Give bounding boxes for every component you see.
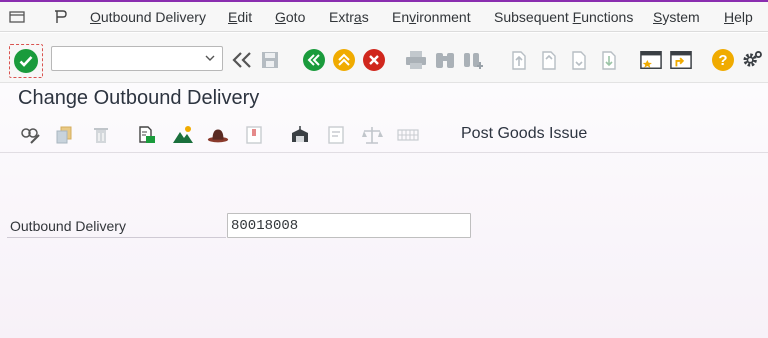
standard-toolbar: ? — [0, 33, 768, 83]
back-double-icon[interactable] — [231, 49, 253, 71]
help-icon[interactable]: ? — [712, 49, 734, 71]
mountain-icon[interactable] — [172, 124, 194, 146]
back-icon[interactable] — [303, 49, 325, 71]
application-toolbar — [0, 116, 768, 153]
stock-icon[interactable] — [289, 124, 311, 146]
chevron-down-icon[interactable] — [204, 51, 218, 65]
save-icon[interactable] — [259, 49, 281, 71]
command-field[interactable] — [51, 46, 223, 71]
menu-extras[interactable]: Extras — [329, 9, 369, 25]
post-goods-issue-button[interactable]: Post Goods Issue — [461, 125, 587, 143]
last-page-icon[interactable] — [597, 49, 619, 71]
new-session-icon[interactable] — [640, 49, 662, 71]
outbound-delivery-input[interactable]: 80018008 — [227, 213, 471, 238]
transaction-icon[interactable] — [51, 8, 69, 26]
copy-icon[interactable] — [53, 124, 75, 146]
first-page-icon[interactable] — [507, 49, 529, 71]
item-icon[interactable] — [325, 124, 347, 146]
hat-icon[interactable] — [207, 124, 229, 146]
document-flow-icon[interactable] — [136, 124, 158, 146]
exit-icon[interactable] — [333, 49, 355, 71]
menu-edit[interactable]: Edit — [228, 9, 252, 25]
next-page-icon[interactable] — [567, 49, 589, 71]
menu-bar: Outbound Delivery Edit Goto Extras Envir… — [0, 2, 768, 32]
page-title: Change Outbound Delivery — [18, 87, 260, 109]
menu-help[interactable]: Help — [724, 9, 753, 25]
print-icon[interactable] — [405, 49, 427, 71]
menu-environment[interactable]: Environment — [392, 9, 471, 25]
delete-icon[interactable] — [90, 124, 112, 146]
outbound-delivery-label: Outbound Delivery — [10, 218, 126, 234]
previous-page-icon[interactable] — [537, 49, 559, 71]
menu-goto[interactable]: Goto — [275, 9, 305, 25]
shortcut-icon[interactable] — [670, 49, 692, 71]
enter-button[interactable] — [9, 44, 43, 78]
label-underline — [7, 237, 226, 238]
menu-outbound-delivery[interactable]: Outbound Delivery — [90, 9, 206, 25]
settings-icon[interactable] — [741, 49, 763, 71]
balance-icon[interactable] — [361, 124, 383, 146]
find-next-icon[interactable] — [463, 49, 485, 71]
find-icon[interactable] — [434, 49, 456, 71]
menu-subsequent-functions[interactable]: Subsequent Functions — [494, 9, 633, 25]
grid-icon[interactable] — [397, 124, 419, 146]
menu-system[interactable]: System — [653, 9, 700, 25]
enter-icon — [14, 49, 38, 73]
display-change-icon[interactable] — [19, 124, 41, 146]
menu-icon[interactable] — [8, 8, 26, 26]
header-icon[interactable] — [243, 124, 265, 146]
cancel-icon[interactable] — [363, 49, 385, 71]
